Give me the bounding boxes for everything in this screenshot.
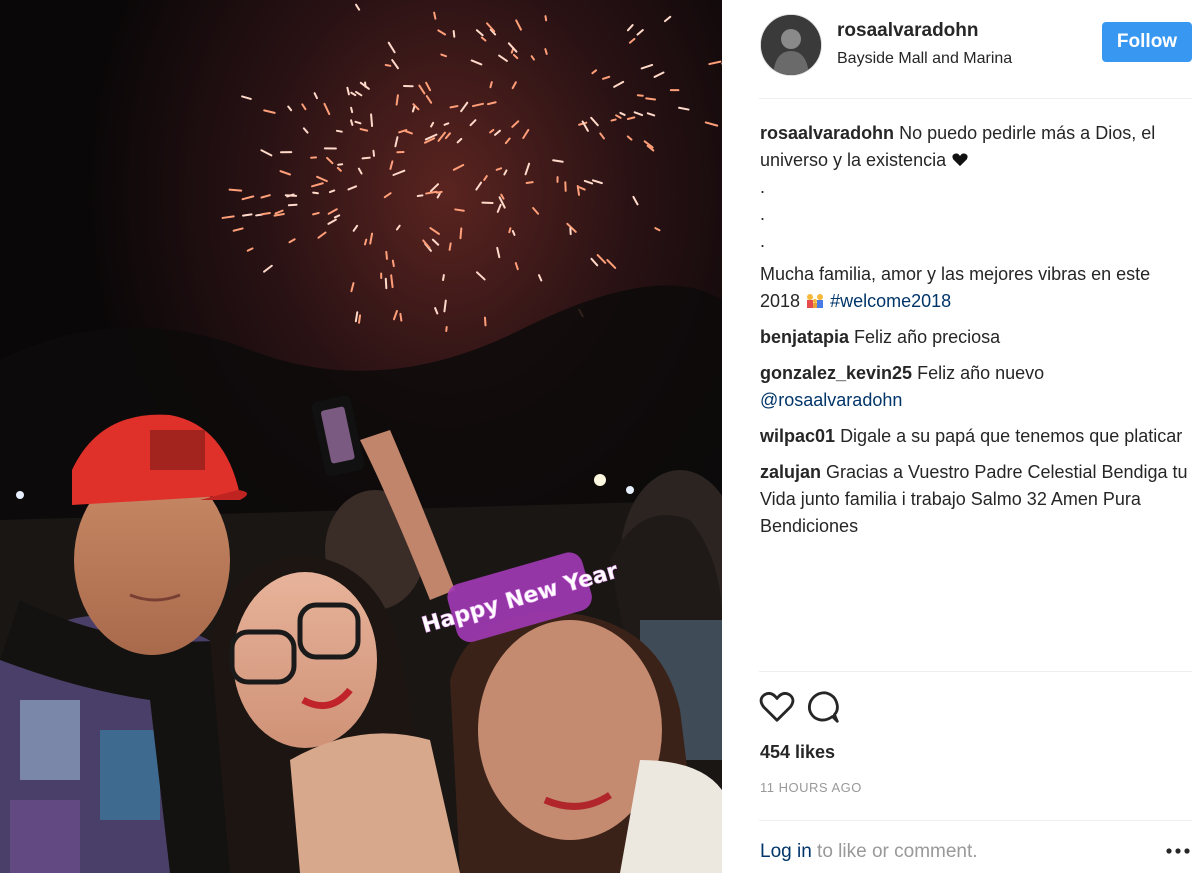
post-side-panel: rosaalvaradohn Bayside Mall and Marina F… [722, 0, 1200, 873]
firework-spark [287, 203, 298, 207]
likes-count[interactable]: 454 likes [760, 742, 835, 763]
location-link[interactable]: Bayside Mall and Marina [837, 50, 1012, 68]
firework-spark [361, 156, 371, 160]
comment-item: gonzalez_kevin25 Feliz año nuevo @rosaal… [760, 360, 1190, 414]
firework-spark [483, 316, 487, 327]
family-emoji-icon [807, 294, 824, 308]
divider [759, 98, 1192, 99]
firework-spark [489, 81, 493, 89]
plaid-pattern [10, 800, 80, 873]
hashtag-link[interactable]: #welcome2018 [830, 291, 951, 311]
avatar[interactable] [760, 14, 822, 76]
firework-spark [384, 277, 388, 290]
comment-text: Gracias a Vuestro Padre Celestial Bendig… [760, 462, 1188, 536]
firework-spark [385, 250, 388, 260]
firework-spark [525, 181, 534, 184]
post-photo[interactable]: Happy New Year [0, 0, 722, 873]
firework-spark [370, 113, 374, 127]
comments-list: rosaalvaradohn No puedo pedirle más a Di… [760, 120, 1190, 549]
firework-spark [443, 122, 450, 126]
firework-spark [459, 227, 463, 240]
firework-spark [576, 185, 581, 196]
firework-spark [495, 167, 503, 171]
mention-link[interactable]: @rosaalvaradohn [760, 390, 902, 410]
comment-bubble-icon[interactable] [804, 688, 842, 726]
comment-username[interactable]: zalujan [760, 462, 821, 482]
woman-face [233, 572, 377, 748]
firework-spark [399, 312, 403, 322]
firework-spark [363, 238, 368, 246]
timestamp[interactable]: 11 HOURS AGO [760, 780, 862, 795]
login-link[interactable]: Log in [760, 841, 812, 862]
firework-spark [358, 314, 362, 324]
firework-spark [645, 97, 657, 101]
plaid-pattern [20, 700, 80, 780]
instagram-post: Happy New Year rosaalvaradohn Bayside Ma… [0, 0, 1200, 873]
caption: rosaalvaradohn No puedo pedirle más a Di… [760, 120, 1190, 315]
firework-spark [312, 191, 319, 195]
caption-dot: . [760, 204, 766, 224]
login-prompt-text: to like or comment. [811, 841, 978, 862]
firework-spark [284, 194, 298, 197]
firework-spark [452, 29, 456, 38]
divider [759, 820, 1192, 821]
firework-spark [228, 188, 243, 192]
firework-spark [335, 129, 343, 133]
heart-outline-icon[interactable] [758, 688, 796, 726]
firework-spark [442, 274, 445, 282]
firework-spark [242, 213, 253, 217]
firework-spark [372, 149, 376, 157]
firework-spark [610, 118, 617, 122]
street-light [594, 474, 606, 486]
black-heart-icon [952, 153, 968, 167]
caption-dot: . [760, 231, 766, 251]
firework-spark [544, 15, 548, 22]
firework-spark [350, 119, 354, 126]
firework-spark [443, 299, 447, 313]
street-light [16, 491, 24, 499]
firework-spark [395, 94, 399, 106]
firework-spark [260, 212, 271, 216]
divider [759, 671, 1192, 672]
login-prompt: Log in to like or comment. [760, 841, 978, 863]
caption-username[interactable]: rosaalvaradohn [760, 123, 894, 143]
firework-spark [448, 242, 452, 251]
comment-item: benjatapia Feliz año preciosa [760, 324, 1190, 351]
firework-spark [508, 227, 512, 234]
comment-username[interactable]: wilpac01 [760, 426, 835, 446]
comment-text: Feliz año nuevo [917, 363, 1045, 383]
comment-username[interactable]: benjatapia [760, 327, 849, 347]
plaid-pattern [100, 730, 160, 820]
comment-text: Digale a su papá que tenemos que platica… [840, 426, 1183, 446]
comment-text: Feliz año preciosa [854, 327, 1001, 347]
caption-dot: . [760, 177, 766, 197]
comment-username[interactable]: gonzalez_kevin25 [760, 363, 912, 383]
firework-spark [350, 106, 354, 114]
firework-spark [390, 274, 394, 289]
street-light [626, 486, 634, 494]
firework-spark [454, 208, 465, 212]
comment-item: zalujan Gracias a Vuestro Padre Celestia… [760, 459, 1190, 540]
more-options-icon[interactable] [1165, 845, 1191, 857]
header-username[interactable]: rosaalvaradohn [837, 20, 979, 42]
firework-spark [544, 48, 548, 55]
follow-button[interactable]: Follow [1102, 22, 1192, 62]
comment-item: wilpac01 Digale a su papá que tenemos qu… [760, 423, 1190, 450]
firework-spark [435, 190, 443, 194]
avatar-image [761, 15, 821, 75]
firework-spark [416, 194, 424, 197]
firework-spark [433, 11, 437, 20]
firework-spark [411, 105, 416, 113]
firework-spark [337, 163, 344, 166]
red-cap-logo [150, 430, 205, 470]
firework-spark [391, 259, 395, 268]
post-header: rosaalvaradohn Bayside Mall and Marina F… [722, 0, 1200, 96]
photo-scene: Happy New Year [0, 0, 722, 873]
firework-spark [384, 63, 392, 67]
firework-spark [449, 105, 459, 109]
caption-paragraph: Mucha familia, amor y las mejores vibras… [760, 261, 1190, 315]
